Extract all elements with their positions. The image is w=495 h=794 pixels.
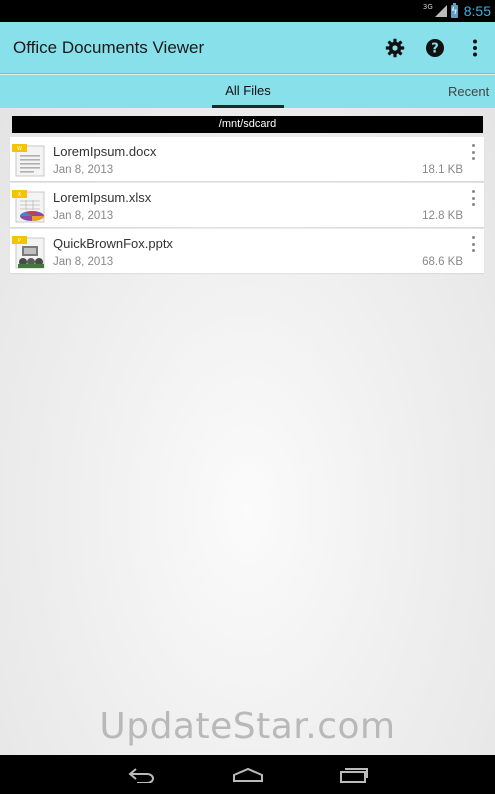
file-item-xlsx[interactable]: X LoremIpsum.xlsx Jan 8, 2013 12.8 KB <box>10 183 484 227</box>
gear-icon <box>385 38 405 57</box>
file-overflow-button[interactable] <box>468 236 478 252</box>
help-icon: ? <box>426 38 444 57</box>
file-item-pptx[interactable]: P QuickBrownFox.pptx Jan 8, 2013 68.6 KB <box>10 229 484 273</box>
current-path: /mnt/sdcard <box>12 116 483 133</box>
overflow-menu-button[interactable] <box>455 28 495 68</box>
file-browser: /mnt/sdcard W LoremIpsum.docx Jan 8, 201… <box>0 108 495 755</box>
xlsx-icon: X <box>12 190 45 223</box>
navigation-bar <box>0 755 495 794</box>
file-date: Jan 8, 2013 <box>53 210 114 222</box>
file-name: LoremIpsum.xlsx <box>53 190 152 205</box>
file-size: 12.8 KB <box>422 210 463 222</box>
file-date: Jan 8, 2013 <box>53 256 114 268</box>
svg-text:?: ? <box>431 41 439 56</box>
tab-all-files[interactable]: All Files <box>212 75 284 108</box>
file-overflow-button[interactable] <box>468 190 478 206</box>
docx-icon: W <box>12 144 45 177</box>
settings-button[interactable] <box>375 28 415 68</box>
action-bar: Office Documents Viewer ? <box>0 22 495 74</box>
app-screen: 3G 8:55 Office Documents Viewer <box>0 0 495 794</box>
tab-recent[interactable]: Recent <box>448 75 495 108</box>
svg-text:P: P <box>18 238 21 244</box>
file-overflow-button[interactable] <box>468 144 478 160</box>
tab-bar: All Files Recent <box>0 75 495 108</box>
status-clock: 8:55 <box>463 3 491 19</box>
recent-apps-icon <box>340 768 368 783</box>
pptx-icon: P <box>12 236 45 269</box>
network-type: 3G <box>422 3 433 11</box>
file-item-docx[interactable]: W LoremIpsum.docx Jan 8, 2013 18.1 KB <box>10 137 484 181</box>
file-date: Jan 8, 2013 <box>53 164 114 176</box>
home-button[interactable] <box>228 762 268 788</box>
recent-apps-button[interactable] <box>334 762 374 788</box>
file-list: W LoremIpsum.docx Jan 8, 2013 18.1 KB X <box>10 137 484 275</box>
file-size: 68.6 KB <box>422 256 463 268</box>
svg-text:W: W <box>17 146 22 152</box>
status-bar: 3G 8:55 <box>0 0 495 22</box>
svg-text:X: X <box>18 192 22 198</box>
overflow-icon <box>473 39 477 56</box>
file-name: QuickBrownFox.pptx <box>53 236 173 251</box>
signal-icon <box>434 5 447 17</box>
file-name: LoremIpsum.docx <box>53 144 157 159</box>
battery-charging-icon <box>450 2 458 18</box>
back-icon <box>128 768 154 783</box>
watermark-text: UpdateStar.com <box>99 706 396 747</box>
home-icon <box>233 767 263 782</box>
file-size: 18.1 KB <box>422 164 463 176</box>
app-title: Office Documents Viewer <box>13 37 205 57</box>
back-button[interactable] <box>122 762 162 788</box>
help-button[interactable]: ? <box>415 28 455 68</box>
